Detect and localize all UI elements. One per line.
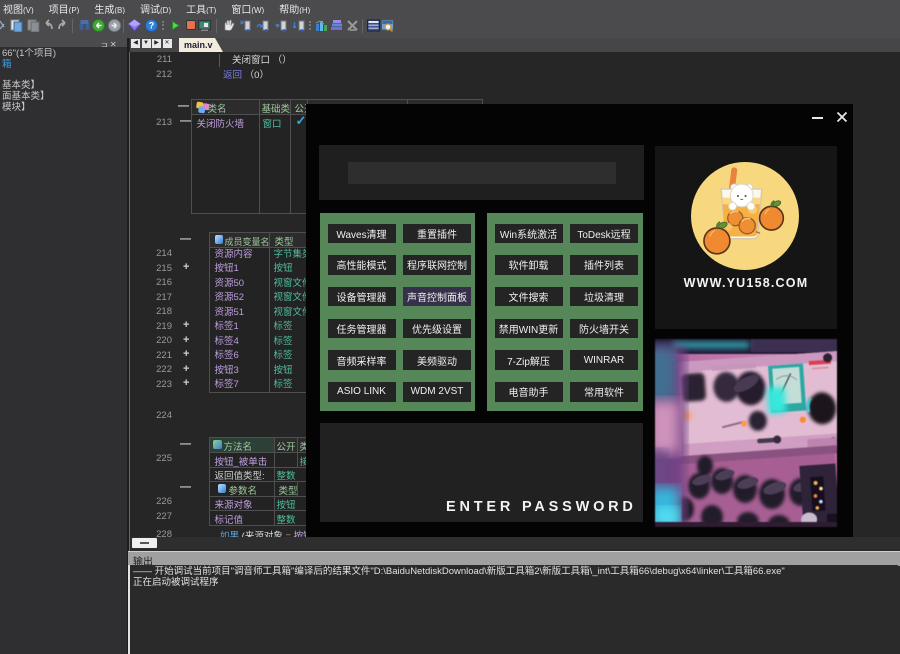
- svg-text:?: ?: [149, 21, 155, 31]
